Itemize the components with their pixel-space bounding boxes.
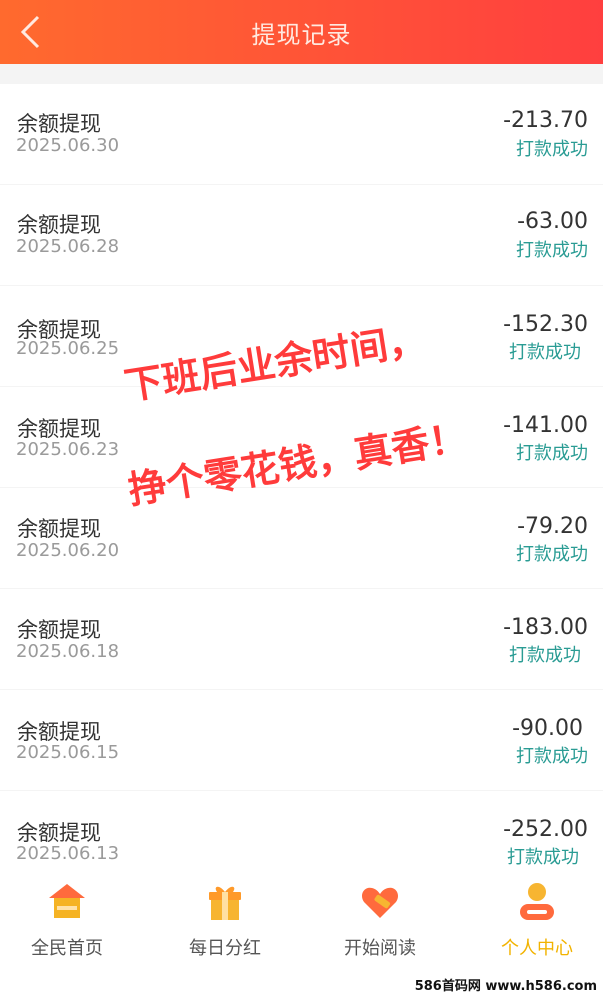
back-button[interactable]	[14, 12, 46, 52]
record-amount: -141.00	[503, 413, 588, 438]
record-status: 打款成功	[509, 645, 581, 666]
record-amount: -79.20	[517, 514, 588, 539]
record-amount: -252.00	[503, 817, 588, 842]
user-icon	[520, 883, 554, 920]
record-amount: -152.30	[503, 312, 588, 337]
record-date: 2025.06.30	[16, 135, 120, 156]
record-date: 2025.06.20	[16, 540, 120, 561]
chevron-left-icon	[20, 15, 40, 49]
site-watermark: 586首码网 www.h586.com	[414, 979, 597, 994]
record-status: 打款成功	[516, 544, 588, 565]
tab-label: 开始阅读	[344, 938, 416, 959]
tab-label: 全民首页	[31, 938, 103, 959]
record-label: 余额提现	[17, 517, 101, 541]
record-date: 2025.06.15	[16, 742, 120, 763]
tag-heart-icon	[361, 887, 399, 918]
record-date: 2025.06.18	[16, 641, 120, 662]
tab-label: 个人中心	[501, 938, 573, 959]
record-date: 2025.06.25	[16, 338, 120, 359]
record-label: 余额提现	[17, 213, 101, 237]
tab-start-reading[interactable]: 开始阅读	[305, 866, 455, 974]
gift-icon	[209, 886, 241, 920]
list-item[interactable]: 余额提现 2025.06.25 -152.30 打款成功	[0, 286, 603, 386]
app-header: 提现记录	[0, 0, 603, 64]
list-item[interactable]: 余额提现 2025.06.28 -63.00 打款成功	[0, 185, 603, 285]
record-date: 2025.06.23	[16, 439, 120, 460]
record-label: 余额提现	[17, 112, 101, 136]
tab-label: 每日分红	[189, 938, 261, 959]
list-item[interactable]: 余额提现 2025.06.15 -90.00 打款成功	[0, 690, 603, 790]
tab-personal-center[interactable]: 个人中心	[462, 866, 603, 974]
record-status: 打款成功	[516, 139, 588, 160]
record-status: 打款成功	[509, 342, 581, 363]
record-date: 2025.06.13	[16, 843, 120, 864]
page-title: 提现记录	[251, 20, 352, 49]
tab-home[interactable]: 全民首页	[0, 866, 142, 974]
record-status: 打款成功	[516, 240, 588, 261]
record-amount: -183.00	[503, 615, 588, 640]
record-date: 2025.06.28	[16, 236, 120, 257]
list-item[interactable]: 余额提现 2025.06.18 -183.00 打款成功	[0, 589, 603, 689]
record-status: 打款成功	[516, 443, 588, 464]
record-label: 余额提现	[17, 618, 101, 642]
tab-daily-bonus[interactable]: 每日分红	[150, 866, 300, 974]
record-amount: -213.70	[503, 108, 588, 133]
bottom-tab-bar: 全民首页 每日分红 开始阅读 个人中心	[0, 866, 603, 974]
list-item[interactable]: 余额提现 2025.06.23 -141.00 打款成功	[0, 387, 603, 487]
record-status: 打款成功	[516, 746, 588, 767]
list-item[interactable]: 余额提现 2025.06.20 -79.20 打款成功	[0, 488, 603, 588]
list-item[interactable]: 余额提现 2025.06.30 -213.70 打款成功	[0, 84, 603, 184]
record-amount: -90.00	[512, 716, 583, 741]
home-icon	[49, 884, 85, 918]
record-amount: -63.00	[517, 209, 588, 234]
